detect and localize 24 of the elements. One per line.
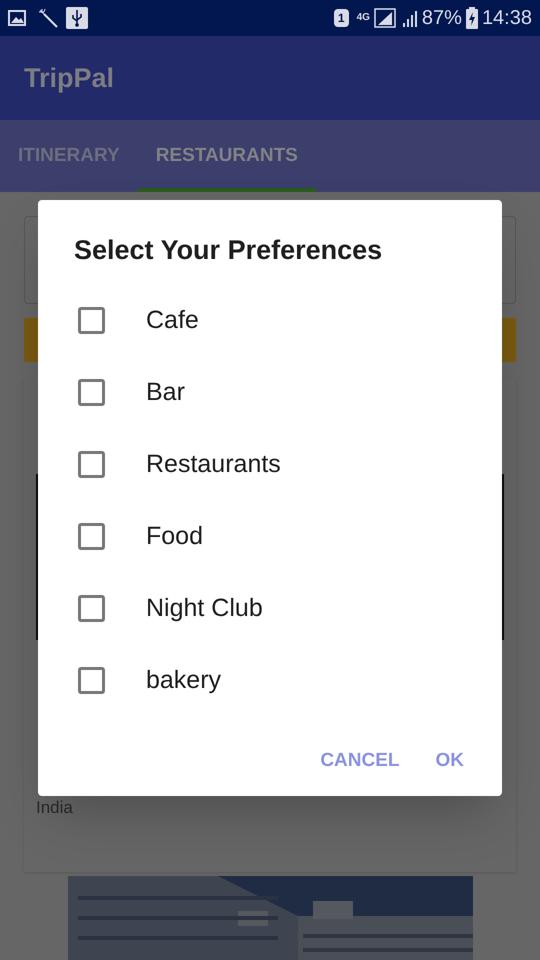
app-title: TripPal <box>24 62 114 95</box>
battery-charging-icon <box>466 7 478 29</box>
checkbox[interactable] <box>78 451 105 478</box>
usb-icon <box>66 7 88 29</box>
checkbox[interactable] <box>78 307 105 334</box>
checkbox[interactable] <box>78 667 105 694</box>
checkbox[interactable] <box>78 523 105 550</box>
checkbox[interactable] <box>78 379 105 406</box>
place-address: India <box>36 796 74 818</box>
wand-icon <box>38 8 58 28</box>
clock: 14:38 <box>482 6 532 31</box>
image-icon <box>8 10 26 26</box>
preference-option[interactable]: Restaurants <box>38 428 502 500</box>
preference-option[interactable]: Cafe <box>38 284 502 356</box>
preference-option[interactable]: Food <box>38 500 502 572</box>
sim-indicator: 1 <box>334 9 349 27</box>
network-type: 4G <box>356 13 370 23</box>
dialog-title: Select Your Preferences <box>74 234 384 267</box>
preference-option[interactable]: bakery <box>38 644 502 716</box>
signal-icon <box>374 8 396 28</box>
battery-percentage: 87% <box>422 6 462 31</box>
preference-option[interactable]: Bar <box>38 356 502 428</box>
preference-option[interactable]: Night Club <box>38 572 502 644</box>
checkbox[interactable] <box>78 595 105 622</box>
